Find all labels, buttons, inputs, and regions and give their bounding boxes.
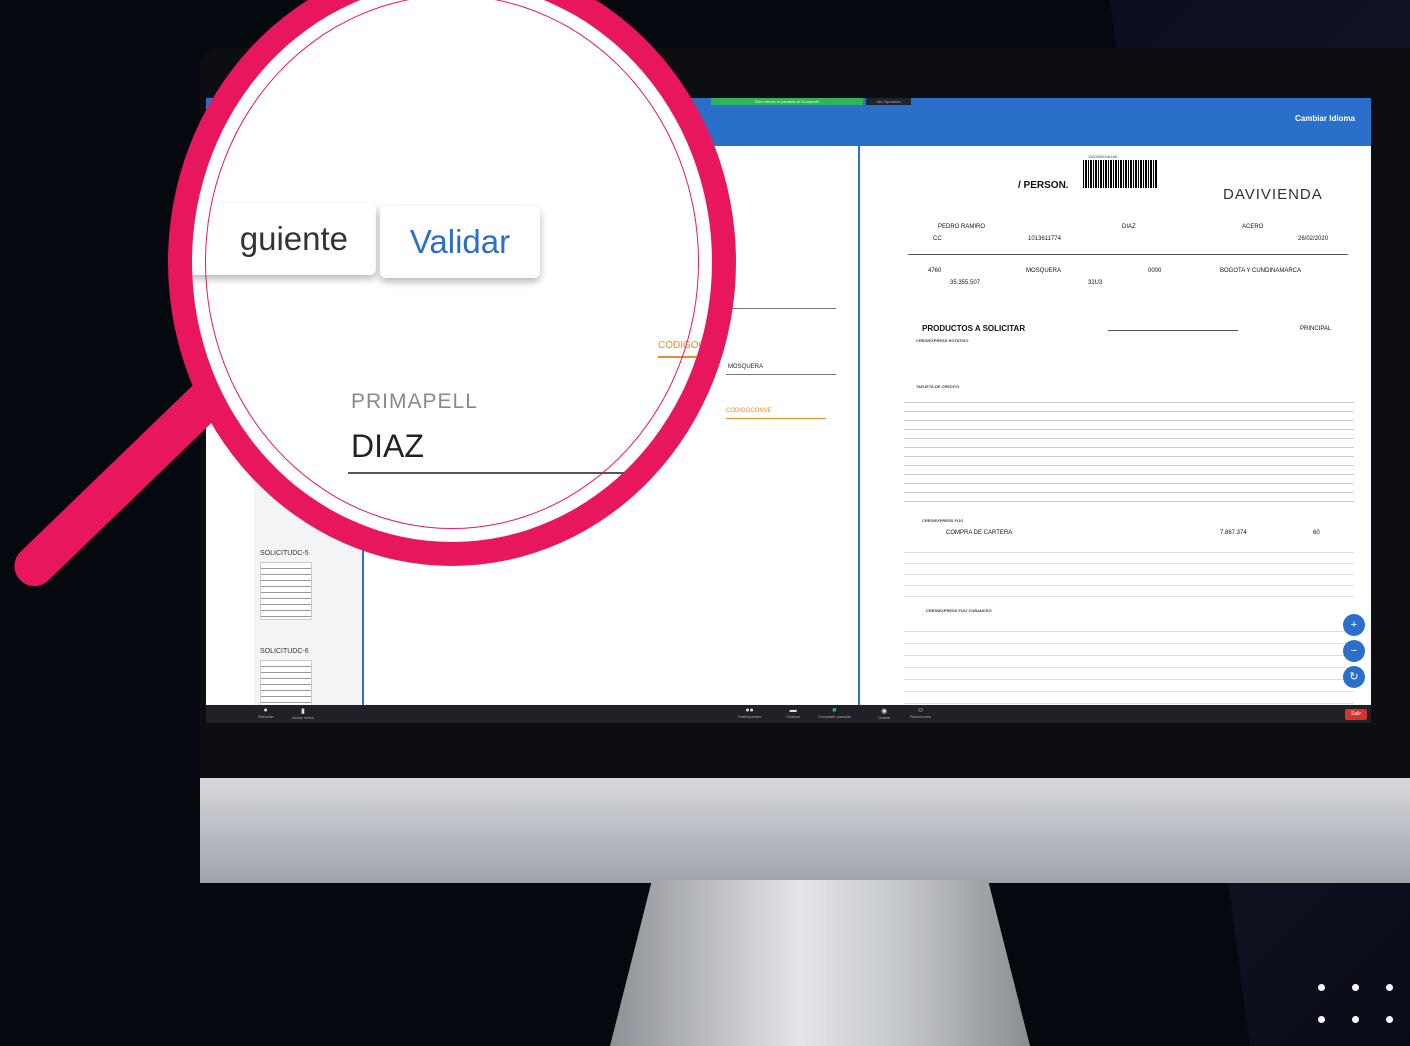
field-codigo-convenio[interactable]: CODIGOCONVE <box>726 408 826 419</box>
dot <box>1386 1016 1393 1023</box>
share-banner: Está viendo la pantalla de Compartir <box>711 98 863 105</box>
monitor-chin <box>200 778 1410 883</box>
doc-section-productos: PRODUCTOS A SOLICITAR <box>922 324 1026 333</box>
document-viewer: 110000004A166 / PERSON. DAVIVIENDA PEDRO… <box>862 146 1371 706</box>
doc-table-lines <box>904 542 1354 602</box>
doc-table-lines <box>904 620 1354 706</box>
doc-crediexpress-fijo: CREDIEXPRESS FIJO <box>922 518 964 523</box>
doc-valor-2: 32U3 <box>1088 280 1103 286</box>
reactions-icon: ☺ <box>916 707 925 714</box>
chat-icon: ▬ <box>789 707 797 714</box>
doc-plazo: 60 <box>1313 530 1320 536</box>
chat-label: Chatear <box>786 714 801 719</box>
monitor-stand <box>610 880 1030 1046</box>
video-label: Iniciar Video <box>292 715 314 720</box>
doc-tipo-id: CC <box>933 236 942 242</box>
share-screen-label: Compartir pantalla <box>818 714 851 719</box>
rotate-icon[interactable]: ↻ <box>1343 666 1365 688</box>
record-icon: ◉ <box>881 708 888 715</box>
change-language-button[interactable]: Cambiar Idioma <box>1295 114 1355 123</box>
record-button[interactable]: ◉ Grabar <box>878 707 890 720</box>
mute-label: Silenciar <box>258 714 274 719</box>
doc-valor-1: 35.355.507 <box>950 280 981 286</box>
doc-segundo-apellido: ACERO <box>1242 224 1264 230</box>
thumbnail-label[interactable]: SOLICITUDC-6 <box>260 648 309 655</box>
exit-button[interactable]: Salir <box>1345 709 1367 720</box>
doc-crediexpress-rotativo: CREDIEXPRESS ROTATIVO <box>916 338 969 343</box>
doc-nombres: PEDRO RAMIRO <box>938 224 986 230</box>
doc-primer-apellido: DIAZ <box>1122 224 1136 230</box>
doc-rule <box>1108 330 1238 331</box>
dot <box>1352 1016 1359 1023</box>
share-screen-button[interactable]: ■ Compartir pantalla <box>818 707 851 719</box>
doc-campana: PRINCIPAL <box>1300 326 1332 332</box>
participants-button[interactable]: ●● Participantes <box>738 707 761 719</box>
mute-button[interactable]: ● Silenciar <box>258 707 273 719</box>
barcode-text: 110000004A166 <box>1088 154 1118 159</box>
dot <box>1386 984 1393 991</box>
thumbnail-image[interactable] <box>260 562 312 620</box>
record-label: Grabar <box>878 715 891 720</box>
doc-fecha: 26/02/2020 <box>1298 236 1329 242</box>
zoom-toolbar: ● Silenciar ▮ Iniciar Video ●● Participante… <box>206 705 1371 723</box>
field-city-value: MOSQUERA <box>728 364 764 370</box>
dot <box>1352 984 1359 991</box>
reactions-button[interactable]: ☺ Reacciones <box>910 707 931 719</box>
doc-numero-id: 1013611774 <box>1028 236 1061 242</box>
video-icon: ▮ <box>301 708 305 715</box>
reactions-label: Reacciones <box>910 714 931 719</box>
dots-decoration <box>1318 984 1393 1026</box>
field-city[interactable] <box>726 374 836 375</box>
share-options-button[interactable]: Ver Opciones <box>866 98 911 105</box>
doc-crediexpress-fijo-cuotas: CREDIEXPRESS FIJO CUBANCEO <box>926 608 992 613</box>
barcode <box>1083 160 1158 188</box>
doc-table-lines <box>904 394 1354 502</box>
pane-divider <box>858 146 860 706</box>
zoom-in-icon[interactable]: + <box>1343 614 1365 636</box>
thumbnail-label[interactable]: SOLICITUDC-5 <box>260 550 309 557</box>
doc-ciudad: MOSQUERA <box>1026 268 1062 274</box>
microphone-icon: ● <box>263 707 268 714</box>
share-screen-icon: ■ <box>832 707 837 714</box>
dot <box>1318 1016 1325 1023</box>
field-c[interactable] <box>726 308 836 309</box>
participants-icon: ●● <box>745 707 754 714</box>
doc-region: BOGOTA Y CUNDINAMARCA <box>1220 268 1302 274</box>
bank-logo: DAVIVIENDA <box>1223 186 1323 203</box>
participants-label: Participantes <box>738 714 762 719</box>
zoom-out-icon[interactable]: − <box>1343 640 1365 662</box>
scanned-document: 110000004A166 / PERSON. DAVIVIENDA PEDRO… <box>868 150 1364 706</box>
magnifier-inner-ring <box>205 0 699 529</box>
video-button[interactable]: ▮ Iniciar Video <box>292 707 314 720</box>
document-heading: / PERSON. <box>1018 180 1069 191</box>
doc-valor-cartera: 7.867.374 <box>1220 530 1247 536</box>
doc-compra-cartera: COMPRA DE CARTERA <box>946 530 1013 536</box>
doc-tarjeta-credito: TARJETA DE CREDITO <box>916 384 960 389</box>
doc-rule <box>908 254 1348 255</box>
doc-codigo: 4760 <box>928 268 942 274</box>
chat-button[interactable]: ▬ Chatear <box>786 707 800 719</box>
dot <box>1318 984 1325 991</box>
doc-codigo-2: 0000 <box>1148 268 1162 274</box>
